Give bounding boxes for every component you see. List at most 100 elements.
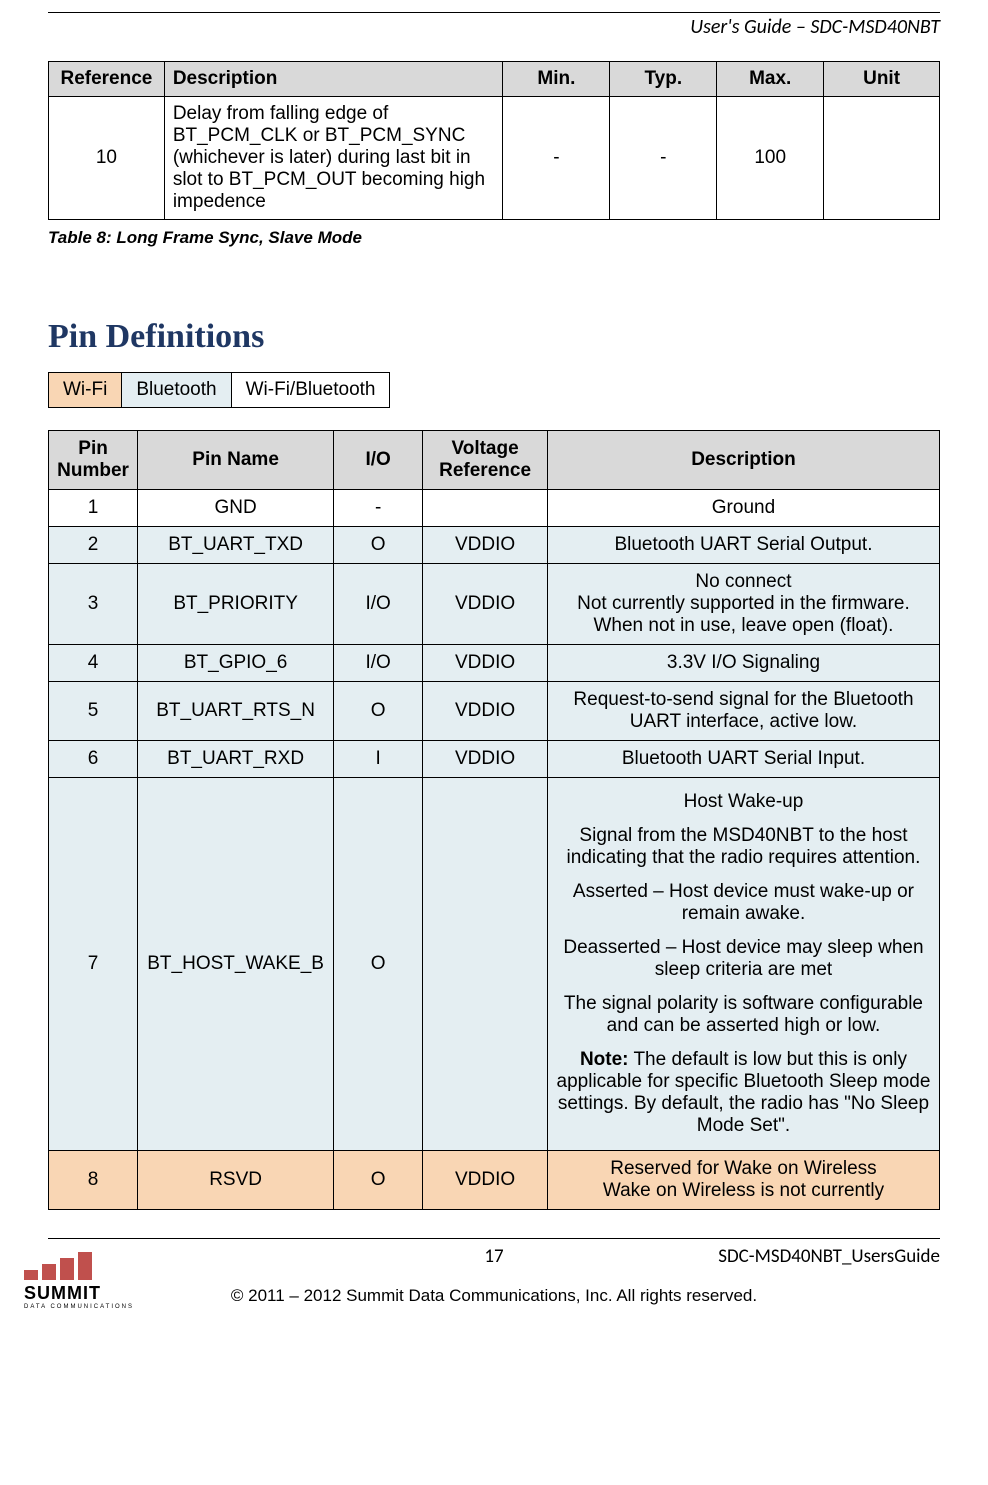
cell-io: O: [334, 1151, 423, 1210]
th-reference: Reference: [49, 62, 165, 97]
cell-name: BT_UART_RXD: [138, 741, 334, 778]
desc-line: Reserved for Wake on Wireless: [610, 1158, 876, 1179]
pin-row-5: 5 BT_UART_RTS_N O VDDIO Request-to-send …: [49, 682, 940, 741]
desc-para: Note: The default is low but this is onl…: [554, 1049, 933, 1137]
logo-bars-icon: [24, 1252, 134, 1280]
th-unit: Unit: [824, 62, 940, 97]
legend-table: Wi-Fi Bluetooth Wi-Fi/Bluetooth: [48, 372, 390, 408]
doc-id: SDC-MSD40NBT_UsersGuide: [646, 1245, 940, 1268]
table-header-row: Reference Description Min. Typ. Max. Uni…: [49, 62, 940, 97]
th-description: Description: [164, 62, 503, 97]
cell-desc: No connect Not currently supported in th…: [547, 564, 939, 645]
cell-name: BT_UART_RTS_N: [138, 682, 334, 741]
spec-table: Reference Description Min. Typ. Max. Uni…: [48, 61, 940, 220]
th-pin-name: Pin Name: [138, 431, 334, 490]
header-title: User's Guide – SDC-MSD40NBT: [48, 15, 940, 39]
note-label: Note:: [580, 1049, 629, 1070]
table-row: 10 Delay from falling edge of BT_PCM_CLK…: [49, 97, 940, 220]
cell-vref: VDDIO: [423, 645, 548, 682]
table-caption: Table 8: Long Frame Sync, Slave Mode: [48, 228, 940, 248]
cell-io: I: [334, 741, 423, 778]
pin-table: Pin Number Pin Name I/O Voltage Referenc…: [48, 430, 940, 1210]
cell-name: BT_PRIORITY: [138, 564, 334, 645]
cell-desc: Ground: [547, 490, 939, 527]
cell-desc: 3.3V I/O Signaling: [547, 645, 939, 682]
cell-num: 1: [49, 490, 138, 527]
desc-para: Asserted – Host device must wake-up or r…: [554, 881, 933, 925]
pin-header-row: Pin Number Pin Name I/O Voltage Referenc…: [49, 431, 940, 490]
th-io: I/O: [334, 431, 423, 490]
cell-name: RSVD: [138, 1151, 334, 1210]
legend-bluetooth: Bluetooth: [122, 373, 231, 408]
cell-desc: Reserved for Wake on Wireless Wake on Wi…: [547, 1151, 939, 1210]
desc-para: Signal from the MSD40NBT to the host ind…: [554, 825, 933, 869]
legend-wifi-bluetooth: Wi-Fi/Bluetooth: [231, 373, 390, 408]
th-typ: Typ.: [610, 62, 717, 97]
pin-row-8: 8 RSVD O VDDIO Reserved for Wake on Wire…: [49, 1151, 940, 1210]
page-number: 17: [347, 1245, 641, 1268]
cell-desc: Bluetooth UART Serial Input.: [547, 741, 939, 778]
th-pin-number: Pin Number: [49, 431, 138, 490]
cell-ref: 10: [49, 97, 165, 220]
legend-wifi: Wi-Fi: [49, 373, 122, 408]
header-rule: [48, 12, 940, 13]
desc-para: The signal polarity is software configur…: [554, 993, 933, 1037]
summit-logo: SUMMIT DATA COMMUNICATIONS: [24, 1252, 134, 1310]
th-min: Min.: [503, 62, 610, 97]
pin-row-2: 2 BT_UART_TXD O VDDIO Bluetooth UART Ser…: [49, 527, 940, 564]
cell-vref: VDDIO: [423, 564, 548, 645]
desc-line: No connect: [695, 571, 791, 592]
desc-line: Wake on Wireless is not currently: [603, 1180, 884, 1201]
th-description: Description: [547, 431, 939, 490]
cell-unit: [824, 97, 940, 220]
cell-desc: Request-to-send signal for the Bluetooth…: [547, 682, 939, 741]
cell-desc: Delay from falling edge of BT_PCM_CLK or…: [164, 97, 503, 220]
th-max: Max.: [717, 62, 824, 97]
cell-vref: VDDIO: [423, 741, 548, 778]
cell-name: BT_UART_TXD: [138, 527, 334, 564]
cell-io: O: [334, 778, 423, 1151]
cell-name: GND: [138, 490, 334, 527]
cell-vref: [423, 490, 548, 527]
cell-io: -: [334, 490, 423, 527]
cell-num: 6: [49, 741, 138, 778]
pin-row-6: 6 BT_UART_RXD I VDDIO Bluetooth UART Ser…: [49, 741, 940, 778]
cell-name: BT_HOST_WAKE_B: [138, 778, 334, 1151]
desc-para: Deasserted – Host device may sleep when …: [554, 937, 933, 981]
th-voltage-reference: Voltage Reference: [423, 431, 548, 490]
pin-row-1: 1 GND - Ground: [49, 490, 940, 527]
cell-min: -: [503, 97, 610, 220]
pin-row-7: 7 BT_HOST_WAKE_B O Host Wake-up Signal f…: [49, 778, 940, 1151]
cell-io: I/O: [334, 564, 423, 645]
cell-io: I/O: [334, 645, 423, 682]
cell-desc: Host Wake-up Signal from the MSD40NBT to…: [547, 778, 939, 1151]
cell-vref: VDDIO: [423, 527, 548, 564]
cell-num: 7: [49, 778, 138, 1151]
pin-row-3: 3 BT_PRIORITY I/O VDDIO No connect Not c…: [49, 564, 940, 645]
desc-para: Host Wake-up: [554, 791, 933, 813]
section-heading-pin-definitions: Pin Definitions: [48, 318, 940, 356]
copyright: © 2011 – 2012 Summit Data Communications…: [48, 1286, 940, 1306]
cell-num: 3: [49, 564, 138, 645]
desc-line: When not in use, leave open (float).: [593, 615, 893, 636]
cell-name: BT_GPIO_6: [138, 645, 334, 682]
cell-vref: VDDIO: [423, 682, 548, 741]
cell-num: 5: [49, 682, 138, 741]
page: User's Guide – SDC-MSD40NBT Reference De…: [0, 0, 988, 1314]
footer-rule: [48, 1238, 940, 1239]
cell-io: O: [334, 682, 423, 741]
cell-desc: Bluetooth UART Serial Output.: [547, 527, 939, 564]
cell-typ: -: [610, 97, 717, 220]
cell-max: 100: [717, 97, 824, 220]
cell-io: O: [334, 527, 423, 564]
pin-row-4: 4 BT_GPIO_6 I/O VDDIO 3.3V I/O Signaling: [49, 645, 940, 682]
desc-line: Not currently supported in the firmware.: [577, 593, 910, 614]
legend-row: Wi-Fi Bluetooth Wi-Fi/Bluetooth: [49, 373, 390, 408]
footer-row: 17 SDC-MSD40NBT_UsersGuide: [48, 1245, 940, 1268]
logo-subtext: DATA COMMUNICATIONS: [24, 1304, 134, 1310]
cell-vref: VDDIO: [423, 1151, 548, 1210]
cell-vref: [423, 778, 548, 1151]
logo-word: SUMMIT: [24, 1283, 134, 1304]
cell-num: 8: [49, 1151, 138, 1210]
cell-num: 2: [49, 527, 138, 564]
